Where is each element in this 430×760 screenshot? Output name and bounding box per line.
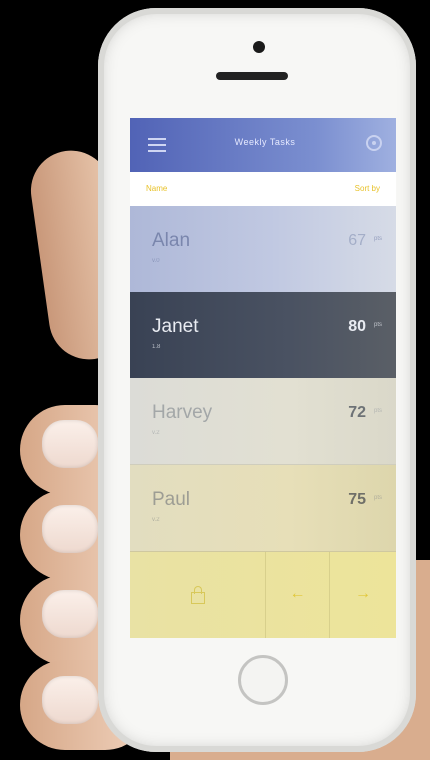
next-button[interactable]: → — [330, 552, 396, 638]
score-unit: pts — [373, 236, 382, 242]
sort-button[interactable]: Sort by — [355, 184, 380, 193]
score-unit: pts — [373, 408, 382, 414]
list-item[interactable]: Harvey v.2 72 pts — [130, 378, 396, 465]
person-name: Janet — [152, 316, 199, 337]
arrow-left-icon: ← — [289, 585, 306, 602]
person-score: 80 — [348, 318, 366, 335]
settings-icon[interactable] — [366, 135, 382, 151]
person-score: 72 — [348, 404, 366, 421]
score-unit: pts — [373, 495, 382, 501]
fingernail — [42, 420, 98, 468]
front-camera — [253, 41, 265, 53]
person-detail: v.0 — [152, 258, 160, 264]
person-name: Harvey — [152, 402, 213, 423]
list-item[interactable]: Alan v.0 67 pts — [130, 206, 396, 292]
list-item-selected[interactable]: Janet 1.8 80 pts — [130, 292, 396, 378]
name-column-label: Name — [146, 184, 168, 193]
top-bar: Weekly Tasks — [130, 118, 396, 172]
person-detail: v.2 — [152, 430, 160, 436]
person-name: Paul — [152, 489, 191, 510]
person-detail: v.2 — [152, 517, 160, 523]
earpiece-speaker — [216, 72, 288, 80]
app-title: Weekly Tasks — [234, 137, 296, 147]
person-name: Alan — [152, 230, 191, 251]
list-header: Name Sort by — [130, 172, 396, 207]
lock-icon — [191, 586, 205, 604]
fingernail — [42, 505, 98, 553]
fingernail — [42, 590, 98, 638]
list-item[interactable]: Paul v.2 75 pts — [130, 465, 396, 552]
fingernail — [42, 676, 98, 724]
bottom-toolbar: ← → — [130, 552, 396, 638]
previous-button[interactable]: ← — [266, 552, 330, 638]
lock-button[interactable] — [130, 552, 266, 638]
arrow-right-icon: → — [355, 585, 371, 602]
score-unit: pts — [373, 322, 382, 328]
app-screen: Weekly Tasks Name Sort by Alan v.0 67 pt… — [130, 118, 396, 638]
person-detail: 1.8 — [152, 344, 161, 350]
home-button[interactable] — [238, 655, 288, 705]
person-score: 67 — [348, 232, 366, 249]
menu-icon[interactable] — [148, 138, 166, 152]
person-score: 75 — [348, 491, 366, 508]
